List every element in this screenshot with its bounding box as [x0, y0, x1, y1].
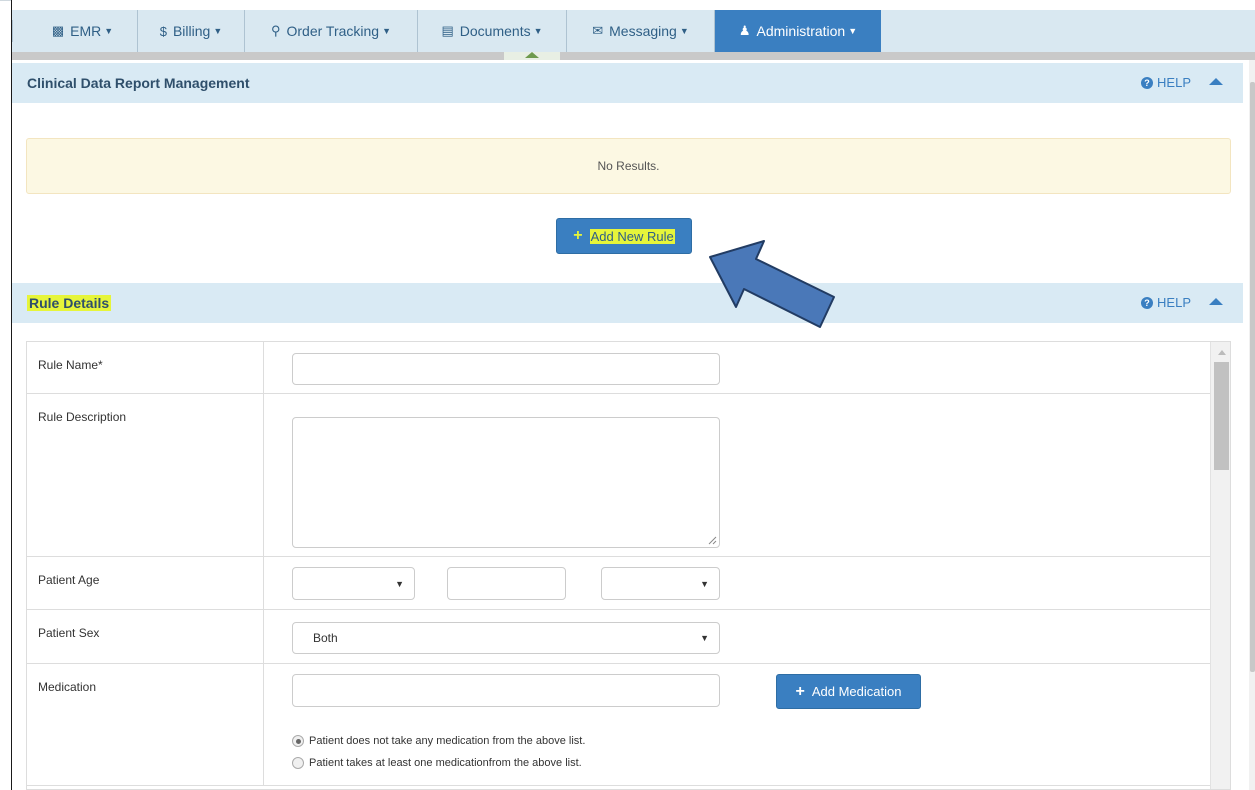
rule-name-input[interactable] — [292, 353, 720, 385]
add-medication-label: Add Medication — [811, 684, 902, 699]
rule-details-title: Rule Details — [27, 295, 112, 311]
dropdown-arrow-icon: ▼ — [395, 578, 404, 589]
form-scrollbar-thumb[interactable] — [1214, 362, 1229, 470]
question-icon: ? — [1141, 76, 1154, 89]
page-scrollbar-thumb[interactable] — [1250, 82, 1255, 672]
radio-button-unchecked[interactable] — [292, 757, 304, 769]
add-new-rule-button[interactable]: + Add New Rule — [556, 218, 692, 254]
resize-handle-icon[interactable] — [708, 536, 717, 545]
form-row-rule-description: Rule Description — [27, 394, 1210, 557]
rule-description-textarea[interactable] — [292, 417, 720, 548]
rule-help-link[interactable]: ? HELP — [1141, 295, 1191, 310]
collapse-icon[interactable] — [1209, 298, 1223, 305]
nav-billing-label: Billing — [172, 23, 211, 39]
nav-order-tracking[interactable]: ⚲ Order Tracking ▼ — [245, 10, 418, 52]
no-results-text: No Results. — [597, 159, 660, 173]
nav-emr-label: EMR — [70, 23, 102, 39]
plus-icon: + — [795, 682, 805, 700]
rule-form: Rule Name* Rule Description Patient Age … — [26, 341, 1231, 790]
user-icon: ♟ — [738, 23, 751, 38]
radio-takes-label: Patient takes at least one medicationfro… — [309, 757, 582, 769]
form-row-patient-age: Patient Age ▼ ▼ — [27, 557, 1210, 610]
envelope-icon: ✉ — [592, 23, 604, 38]
annotation-arrow-icon — [709, 240, 835, 328]
nav-documents-label: Documents — [459, 23, 531, 39]
caret-down-icon: ▼ — [104, 26, 114, 36]
caret-down-icon: ▼ — [213, 26, 223, 36]
rule-name-label: Rule Name* — [27, 342, 264, 393]
report-panel-header: Clinical Data Report Management ? HELP — [12, 63, 1243, 103]
medication-label: Medication — [27, 664, 264, 785]
dropdown-arrow-icon: ▼ — [700, 578, 709, 589]
patient-age-label: Patient Age — [27, 557, 264, 609]
age-operator-select[interactable]: ▼ — [292, 567, 415, 600]
age-value-input[interactable] — [447, 567, 566, 600]
nav-messaging-label: Messaging — [609, 23, 677, 39]
scroll-up-icon[interactable] — [1218, 350, 1226, 355]
file-icon: ▤ — [441, 23, 454, 38]
nav-emr[interactable]: ▩ EMR ▼ — [28, 10, 138, 52]
caret-down-icon: ▼ — [679, 26, 689, 36]
patient-sex-value: Both — [313, 631, 338, 645]
form-row-rule-name: Rule Name* — [27, 342, 1210, 394]
radio-not-take-label: Patient does not take any medication fro… — [309, 735, 586, 747]
main-nav: ▩ EMR ▼ $ Billing ▼ ⚲ Order Tracking ▼ ▤… — [12, 10, 1255, 52]
radio-option-takes[interactable]: Patient takes at least one medicationfro… — [292, 757, 582, 769]
patient-sex-label: Patient Sex — [27, 610, 264, 663]
nav-underbar — [12, 52, 1255, 60]
nav-documents[interactable]: ▤ Documents ▼ — [418, 10, 567, 52]
caret-down-icon: ▼ — [533, 26, 543, 36]
search-icon: ⚲ — [270, 23, 281, 38]
nav-administration[interactable]: ♟ Administration ▼ — [715, 10, 881, 52]
collapse-icon[interactable] — [1209, 78, 1223, 85]
radio-button-checked[interactable] — [292, 735, 304, 747]
add-medication-button[interactable]: + Add Medication — [776, 674, 921, 709]
nav-administration-label: Administration — [756, 23, 846, 39]
medication-input[interactable] — [292, 674, 720, 707]
add-new-rule-label: Add New Rule — [589, 228, 675, 244]
nav-indicator-icon — [525, 52, 539, 58]
form-scrollbar[interactable] — [1210, 342, 1230, 789]
report-help-label: HELP — [1157, 75, 1191, 90]
form-row-medication: Medication Patient does not take any med… — [27, 664, 1210, 786]
rule-description-label: Rule Description — [27, 394, 264, 556]
caret-down-icon: ▼ — [848, 26, 858, 36]
document-icon: ▩ — [51, 23, 65, 38]
no-results-alert: No Results. — [26, 138, 1231, 194]
question-icon: ? — [1141, 296, 1154, 309]
caret-down-icon: ▼ — [382, 26, 392, 36]
nav-billing[interactable]: $ Billing ▼ — [138, 10, 245, 52]
rule-help-label: HELP — [1157, 295, 1191, 310]
radio-option-not-take[interactable]: Patient does not take any medication fro… — [292, 735, 585, 747]
plus-icon: + — [573, 227, 583, 244]
rule-panel-header: Rule Details ? HELP — [12, 283, 1243, 323]
report-help-link[interactable]: ? HELP — [1141, 75, 1191, 90]
patient-sex-select[interactable]: Both ▼ — [292, 622, 720, 654]
dollar-icon: $ — [159, 23, 167, 39]
nav-order-tracking-label: Order Tracking — [286, 23, 380, 39]
age-unit-select[interactable]: ▼ — [601, 567, 720, 600]
form-row-patient-sex: Patient Sex Both ▼ — [27, 610, 1210, 664]
dropdown-arrow-icon: ▼ — [700, 633, 709, 643]
nav-messaging[interactable]: ✉ Messaging ▼ — [567, 10, 715, 52]
page-title: Clinical Data Report Management — [27, 75, 250, 91]
nav-separator — [12, 20, 13, 42]
